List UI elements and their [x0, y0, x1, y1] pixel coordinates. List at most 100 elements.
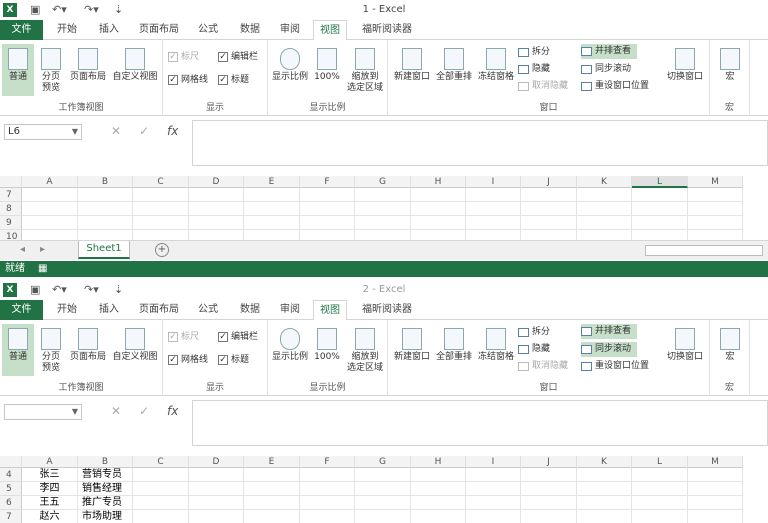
cell-h6[interactable]	[411, 496, 466, 510]
cell-l7[interactable]	[632, 510, 688, 523]
cell-k4[interactable]	[577, 468, 632, 482]
sheet-grid[interactable]: A B C D E F G H I J K L M 7 8 9 10	[0, 176, 768, 244]
cell-e5[interactable]	[244, 482, 300, 496]
column-header-l[interactable]: L	[632, 456, 688, 468]
zoom-to-selection-button[interactable]: 缩放到 选定区域	[345, 44, 385, 100]
cell-f5[interactable]	[300, 482, 355, 496]
cell-j5[interactable]	[521, 482, 577, 496]
row-header-8[interactable]: 8	[0, 202, 22, 216]
new-window-button[interactable]: 新建窗口	[391, 324, 433, 376]
cell-j6[interactable]	[521, 496, 577, 510]
cell-c4[interactable]	[133, 468, 189, 482]
insert-function-icon[interactable]: fx	[167, 124, 178, 138]
cell-b7[interactable]	[78, 188, 133, 202]
cell-f4[interactable]	[300, 468, 355, 482]
normal-view-button[interactable]: 普通	[2, 324, 34, 376]
cell-g7[interactable]	[355, 510, 411, 523]
cell-a5[interactable]: 李四	[22, 482, 78, 496]
cell-b7[interactable]: 市场助理	[78, 510, 133, 523]
cell-e9[interactable]	[244, 216, 300, 230]
cell-c7[interactable]	[133, 188, 189, 202]
cell-l6[interactable]	[632, 496, 688, 510]
tab-foxit-reader[interactable]: 福昕阅读器	[358, 300, 416, 320]
row-header-5[interactable]: 5	[0, 482, 22, 496]
cell-b8[interactable]	[78, 202, 133, 216]
select-all-corner[interactable]	[0, 176, 22, 188]
tab-insert[interactable]: 插入	[94, 20, 124, 40]
cell-a7[interactable]	[22, 188, 78, 202]
tab-page-layout[interactable]: 页面布局	[135, 20, 183, 40]
gridlines-checkbox[interactable]: ✓ 网格线	[168, 353, 208, 367]
column-header-b[interactable]: B	[78, 176, 133, 188]
new-window-button[interactable]: 新建窗口	[391, 44, 433, 96]
reset-window-position-button[interactable]: 重设窗口位置	[581, 79, 649, 94]
zoom-button[interactable]: 显示比例	[271, 324, 309, 376]
cell-j9[interactable]	[521, 216, 577, 230]
custom-views-button[interactable]: 自定义视图	[110, 44, 160, 96]
cell-c5[interactable]	[133, 482, 189, 496]
cell-k8[interactable]	[577, 202, 632, 216]
normal-view-button[interactable]: 普通	[2, 44, 34, 96]
tab-page-layout[interactable]: 页面布局	[135, 300, 183, 320]
zoom-100-button[interactable]: 100%	[311, 44, 343, 96]
cell-g7[interactable]	[355, 188, 411, 202]
tab-view[interactable]: 视图	[313, 20, 347, 41]
cell-d5[interactable]	[189, 482, 244, 496]
cell-c6[interactable]	[133, 496, 189, 510]
column-header-d[interactable]: D	[189, 456, 244, 468]
cell-l9[interactable]	[632, 216, 688, 230]
cell-h5[interactable]	[411, 482, 466, 496]
cell-h7[interactable]	[411, 510, 466, 523]
cell-b6[interactable]: 推广专员	[78, 496, 133, 510]
cell-i7[interactable]	[466, 510, 521, 523]
select-all-corner[interactable]	[0, 456, 22, 468]
cell-k5[interactable]	[577, 482, 632, 496]
reset-window-position-button[interactable]: 重设窗口位置	[581, 359, 649, 374]
column-header-c[interactable]: C	[133, 456, 189, 468]
column-header-e[interactable]: E	[244, 456, 300, 468]
cell-f6[interactable]	[300, 496, 355, 510]
hide-button[interactable]: 隐藏	[518, 62, 550, 77]
cell-e6[interactable]	[244, 496, 300, 510]
cell-i4[interactable]	[466, 468, 521, 482]
headings-checkbox[interactable]: ✓ 标题	[218, 353, 249, 367]
zoom-100-button[interactable]: 100%	[311, 324, 343, 376]
sheet-grid[interactable]: A B C D E F G H I J K L M 4 张三 营销专员 5 李四 销售经理 6 王五 推广专员 7 赵六 市场助…	[0, 456, 768, 523]
sync-scroll-button[interactable]: 同步滚动	[581, 342, 637, 357]
cell-j4[interactable]	[521, 468, 577, 482]
cell-m8[interactable]	[688, 202, 743, 216]
cell-m5[interactable]	[688, 482, 743, 496]
cell-h8[interactable]	[411, 202, 466, 216]
cell-a9[interactable]	[22, 216, 78, 230]
row-header-7[interactable]: 7	[0, 188, 22, 202]
custom-views-button[interactable]: 自定义视图	[110, 324, 160, 376]
cell-j7[interactable]	[521, 510, 577, 523]
cell-d9[interactable]	[189, 216, 244, 230]
tab-file[interactable]: 文件	[0, 300, 43, 320]
row-header-6[interactable]: 6	[0, 496, 22, 510]
cell-j7[interactable]	[521, 188, 577, 202]
sync-scroll-button[interactable]: 同步滚动	[581, 62, 631, 77]
tab-view[interactable]: 视图	[313, 300, 347, 321]
cell-a6[interactable]: 王五	[22, 496, 78, 510]
name-box[interactable]: ▼	[4, 404, 82, 420]
macros-button[interactable]: 宏	[714, 324, 746, 376]
tab-data[interactable]: 数据	[235, 300, 265, 320]
cell-d4[interactable]	[189, 468, 244, 482]
tab-home[interactable]: 开始	[52, 20, 82, 40]
cell-i5[interactable]	[466, 482, 521, 496]
cell-i6[interactable]	[466, 496, 521, 510]
column-header-d[interactable]: D	[189, 176, 244, 188]
cell-h4[interactable]	[411, 468, 466, 482]
page-layout-button[interactable]: 页面布局	[66, 324, 110, 376]
column-header-c[interactable]: C	[133, 176, 189, 188]
cell-a8[interactable]	[22, 202, 78, 216]
cell-m4[interactable]	[688, 468, 743, 482]
row-header-7[interactable]: 7	[0, 510, 22, 523]
hide-button[interactable]: 隐藏	[518, 342, 550, 357]
page-layout-button[interactable]: 页面布局	[66, 44, 110, 96]
cell-l5[interactable]	[632, 482, 688, 496]
arrange-all-button[interactable]: 全部重排	[433, 44, 475, 96]
unhide-button[interactable]: 取消隐藏	[518, 79, 568, 94]
cell-c9[interactable]	[133, 216, 189, 230]
